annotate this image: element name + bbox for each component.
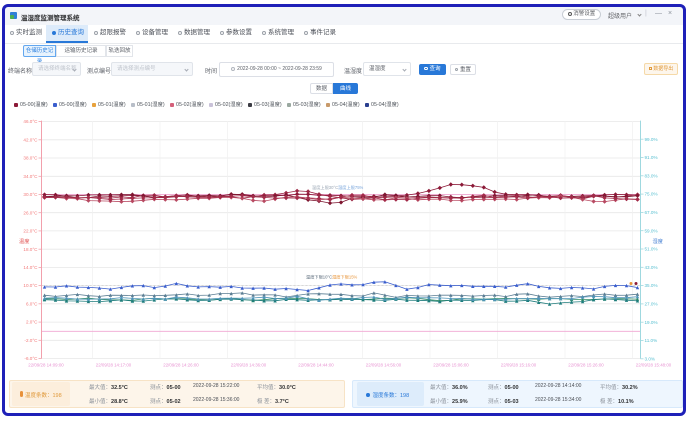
svg-text:59.0%: 59.0% (645, 228, 658, 233)
svg-text:湿度: 湿度 (653, 237, 663, 245)
svg-text:温度: 温度 (19, 237, 29, 245)
svg-text:22.0°C: 22.0°C (23, 229, 38, 234)
svg-text:27.0%: 27.0% (645, 302, 658, 307)
svg-text:18.0°C: 18.0°C (23, 247, 38, 252)
svg-text:38.0°C: 38.0°C (23, 156, 38, 161)
svg-text:46.0°C: 46.0°C (23, 119, 38, 124)
svg-text:22/09/28 15:06:00: 22/09/28 15:06:00 (433, 363, 469, 368)
svg-text:83.0%: 83.0% (645, 173, 658, 178)
svg-text:34.0°C: 34.0°C (23, 174, 38, 179)
svg-text:26.0°C: 26.0°C (23, 210, 38, 215)
svg-text:51.0%: 51.0% (645, 247, 658, 252)
svg-text:22/09/28 14:09:00: 22/09/28 14:09:00 (28, 363, 64, 368)
svg-text:11.0%: 11.0% (645, 338, 658, 343)
svg-text:22/09/28 14:56:00: 22/09/28 14:56:00 (366, 363, 402, 368)
svg-text:35.0%: 35.0% (645, 283, 658, 288)
svg-text:22/09/28 14:26:00: 22/09/28 14:26:00 (163, 363, 199, 368)
svg-text:14.0°C: 14.0°C (23, 265, 38, 270)
svg-text:2.0°C: 2.0°C (26, 320, 38, 325)
svg-text:22/09/28 14:36:00: 22/09/28 14:36:00 (231, 363, 267, 368)
svg-text:6.0°C: 6.0°C (26, 301, 38, 306)
svg-text:温度上限30°C湿度上限75%: 温度上限30°C湿度上限75% (312, 184, 364, 191)
svg-text:91.0%: 91.0% (645, 155, 658, 160)
svg-text:30.0°C: 30.0°C (23, 192, 38, 197)
svg-text:22/09/28 15:16:00: 22/09/28 15:16:00 (501, 363, 537, 368)
svg-text:22/09/28 15:48:00: 22/09/28 15:48:00 (636, 363, 672, 368)
svg-text:-6.0°C: -6.0°C (24, 356, 38, 361)
svg-text:43.0%: 43.0% (645, 265, 658, 270)
svg-text:3.0%: 3.0% (645, 356, 655, 361)
svg-text:67.0%: 67.0% (645, 210, 658, 215)
svg-text:22/09/28 14:17:00: 22/09/28 14:17:00 (96, 363, 132, 368)
svg-text:19.0%: 19.0% (645, 320, 658, 325)
svg-text:99.0%: 99.0% (645, 137, 658, 142)
svg-text:10.0°C: 10.0°C (23, 283, 38, 288)
svg-text:22/09/28 15:26:00: 22/09/28 15:26:00 (568, 363, 604, 368)
svg-text:22/09/28 14:44:00: 22/09/28 14:44:00 (298, 363, 334, 368)
svg-text:-2.0°C: -2.0°C (24, 338, 38, 343)
svg-text:75.0%: 75.0% (645, 192, 658, 197)
svg-text:温度下限10°C湿度下限15%: 温度下限10°C湿度下限15% (306, 274, 358, 281)
svg-text:42.0°C: 42.0°C (23, 137, 38, 142)
